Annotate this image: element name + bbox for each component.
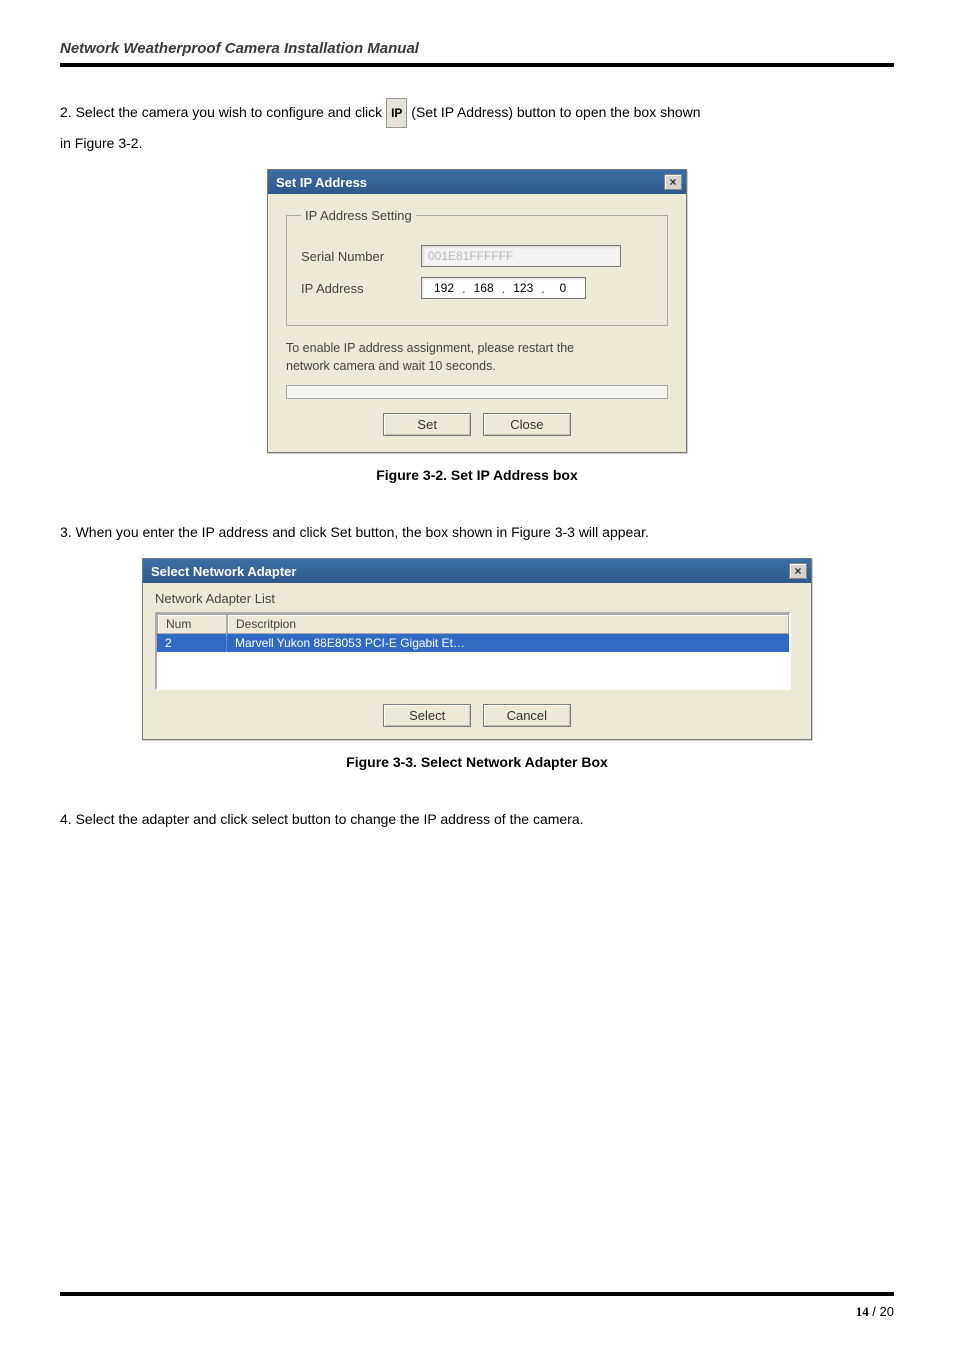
cancel-button[interactable]: Cancel — [483, 704, 571, 727]
set-ip-icon: IP — [386, 98, 407, 128]
ip-octet-1[interactable] — [428, 280, 460, 296]
list-header-row: Num Descritpion — [157, 614, 789, 634]
progress-bar — [286, 385, 668, 399]
ip-address-input[interactable]: . . . — [421, 277, 586, 299]
figure-3-2-caption: Figure 3-2. Set IP Address box — [60, 467, 894, 483]
para1-part-b: (Set IP Address) button to open the box … — [411, 104, 700, 120]
dialog1-titlebar: Set IP Address × — [268, 170, 686, 194]
paragraph-step-2: 2. Select the camera you wish to configu… — [60, 97, 894, 159]
serial-number-label: Serial Number — [301, 249, 421, 264]
page-total: 20 — [880, 1304, 894, 1319]
ip-address-setting-group: IP Address Setting Serial Number IP Addr… — [286, 208, 668, 326]
paragraph-step-3: 3. When you enter the IP address and cli… — [60, 517, 894, 548]
page-sep: / — [869, 1304, 880, 1319]
hint-line1: To enable IP address assignment, please … — [286, 341, 574, 355]
dialog2-title: Select Network Adapter — [151, 564, 296, 579]
group-legend: IP Address Setting — [301, 208, 416, 223]
ip-octet-2[interactable] — [468, 280, 500, 296]
select-button[interactable]: Select — [383, 704, 471, 727]
footer-rule — [60, 1292, 894, 1296]
page-header-title: Network Weatherproof Camera Installation… — [60, 40, 894, 63]
adapter-list[interactable]: Num Descritpion 2 Marvell Yukon 88E8053 … — [155, 612, 791, 690]
network-adapter-list-label: Network Adapter List — [155, 591, 799, 606]
restart-hint: To enable IP address assignment, please … — [286, 340, 668, 375]
dialog2-close-button[interactable]: × — [789, 563, 807, 579]
dialog1-title: Set IP Address — [276, 175, 367, 190]
adapter-row-desc: Marvell Yukon 88E8053 PCI-E Gigabit Et… — [227, 634, 789, 652]
serial-number-input — [421, 245, 621, 267]
select-network-adapter-dialog: Select Network Adapter × Network Adapter… — [142, 558, 812, 740]
ip-address-label: IP Address — [301, 281, 421, 296]
col-num-header[interactable]: Num — [157, 614, 227, 634]
set-button[interactable]: Set — [383, 413, 471, 436]
list-empty-area — [157, 652, 789, 688]
close-button[interactable]: Close — [483, 413, 571, 436]
page-current: 14 — [856, 1304, 869, 1319]
paragraph-step-4: 4. Select the adapter and click select b… — [60, 804, 894, 835]
para1-part-a: 2. Select the camera you wish to configu… — [60, 104, 386, 120]
set-ip-address-dialog: Set IP Address × IP Address Setting Seri… — [267, 169, 687, 453]
adapter-row-num: 2 — [157, 634, 227, 652]
dot: . — [541, 281, 545, 296]
figure-3-3-caption: Figure 3-3. Select Network Adapter Box — [60, 754, 894, 770]
adapter-row-selected[interactable]: 2 Marvell Yukon 88E8053 PCI-E Gigabit Et… — [157, 634, 789, 652]
dialog1-close-button[interactable]: × — [664, 174, 682, 190]
hint-line2: network camera and wait 10 seconds. — [286, 359, 496, 373]
dialog2-titlebar: Select Network Adapter × — [143, 559, 811, 583]
dot: . — [462, 281, 466, 296]
page-number: 14 / 20 — [60, 1304, 894, 1320]
col-description-header[interactable]: Descritpion — [227, 614, 789, 634]
para1-part-c: in Figure 3-2. — [60, 135, 142, 151]
header-rule — [60, 63, 894, 67]
ip-octet-4[interactable] — [547, 280, 579, 296]
dot: . — [502, 281, 506, 296]
ip-octet-3[interactable] — [507, 280, 539, 296]
page-footer: 14 / 20 — [60, 1292, 894, 1320]
